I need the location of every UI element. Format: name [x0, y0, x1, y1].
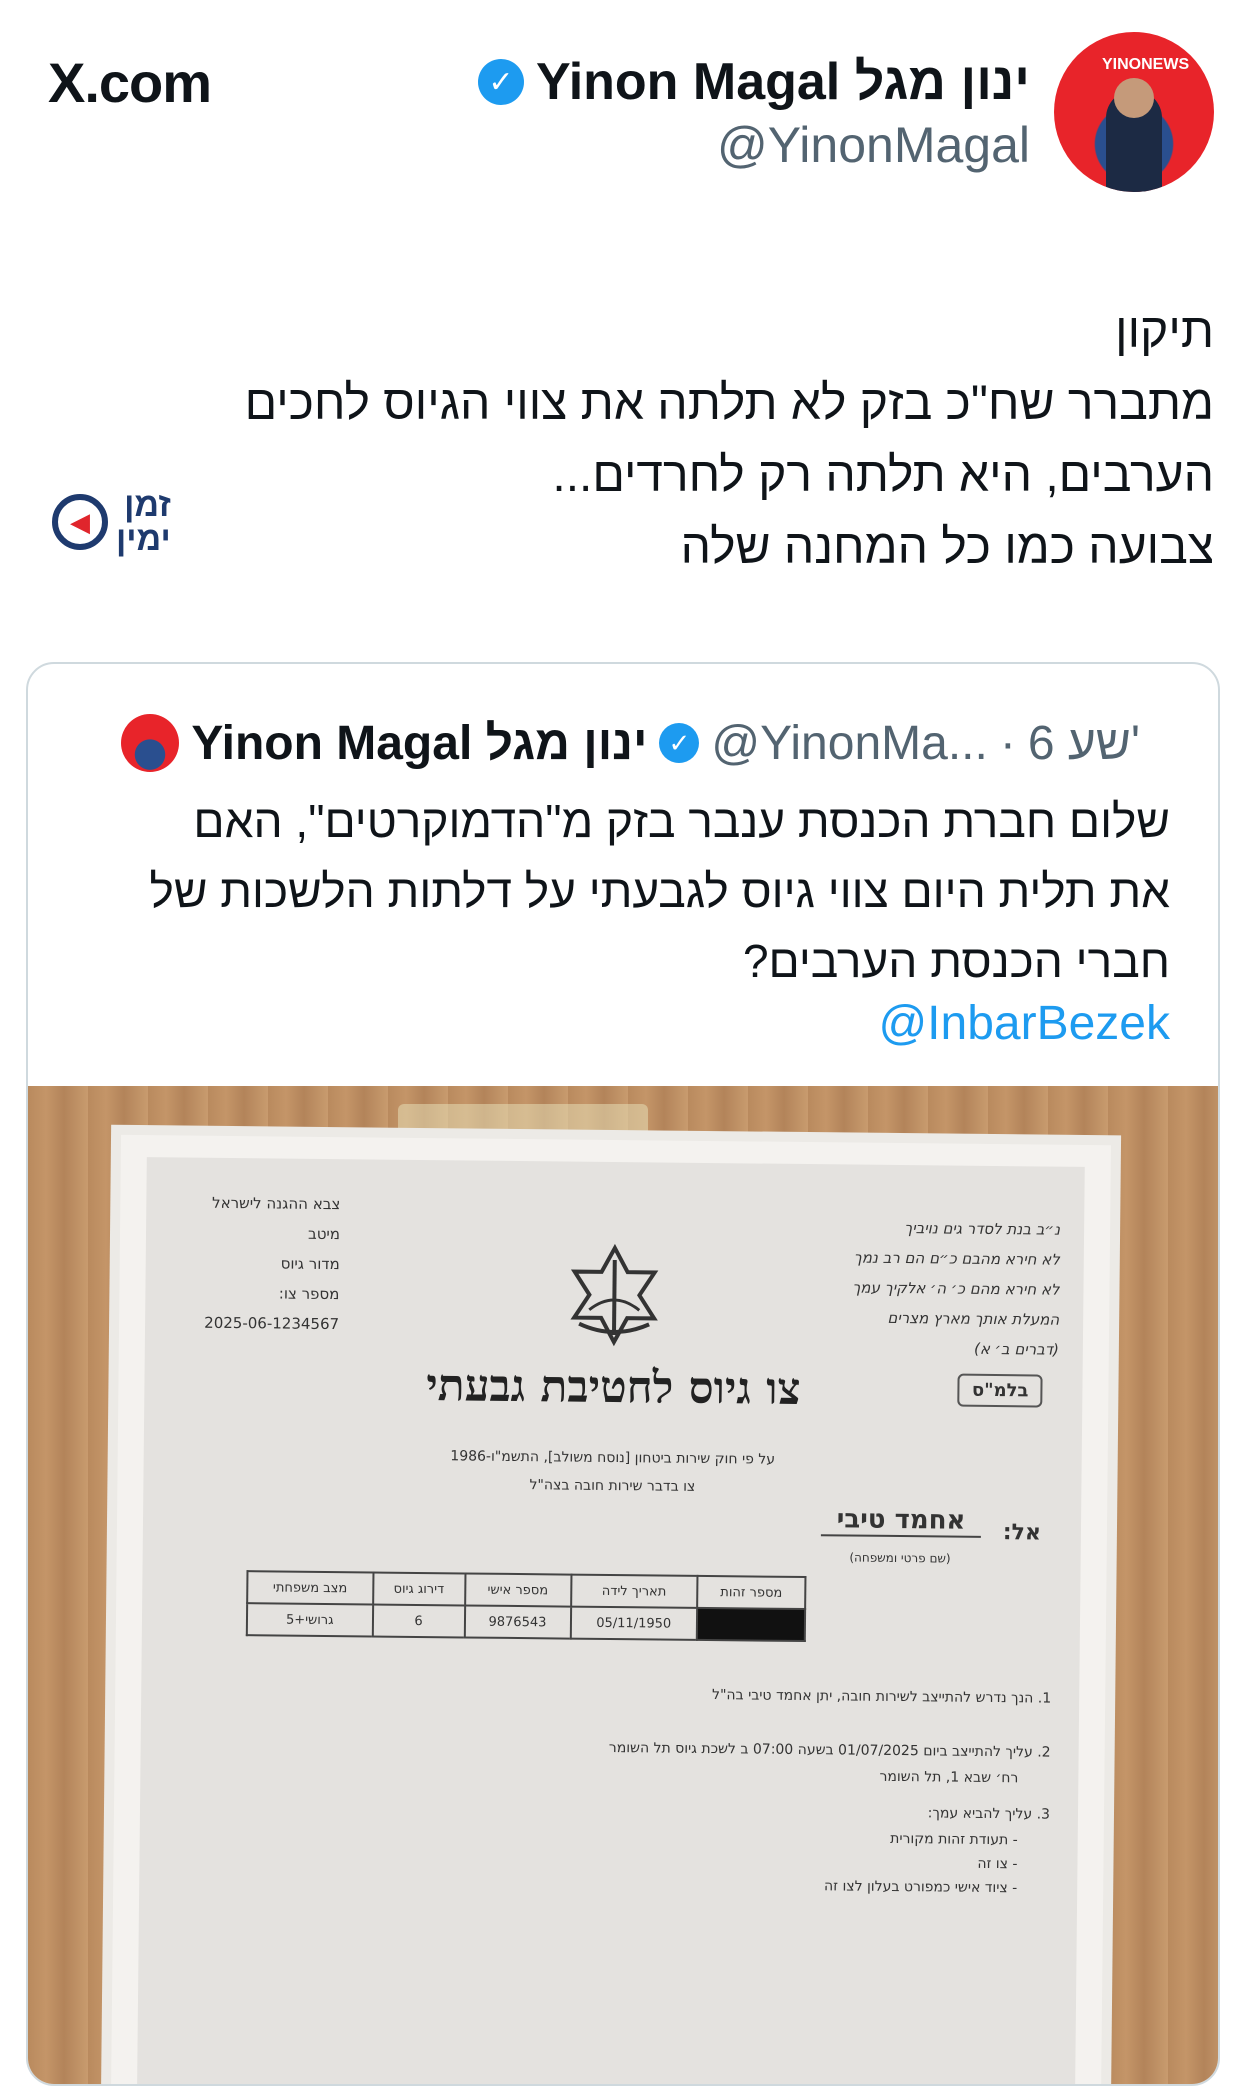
doc-line: - צו זה — [977, 1855, 1018, 1873]
quoted-handle[interactable]: @YinonMa... — [711, 716, 987, 771]
watermark-line1: זמן — [124, 486, 171, 524]
tweet-line: הערבים, היא תלתה רק לחרדים... — [552, 449, 1214, 502]
table-cell: 05/11/1950 — [570, 1606, 698, 1640]
doc-line: המעלת אותך מארץ מצרים — [887, 1308, 1060, 1329]
table-header-cell: מספר זהות — [697, 1575, 806, 1610]
doc-line: לא חירא מהם כ׳ ה׳ אלקיך עמך — [852, 1278, 1060, 1299]
author-display-name[interactable]: Yinon Magal ינון מגל — [536, 52, 1030, 112]
site-label: X.com — [48, 51, 212, 114]
avatar-badge: YINONEWS — [1102, 56, 1190, 73]
profile-avatar[interactable]: YINONEWS — [1054, 32, 1214, 192]
quoted-photo[interactable]: נ״ב בנת לסדר גים נויביך לא חירא מהבם כ״ם… — [28, 1086, 1218, 2084]
doc-item-3-list: - תעודת זהות מקורית - צו זה - ציוד אישי … — [824, 1826, 1018, 1900]
doc-line: מיטב — [307, 1224, 341, 1244]
doc-subtitle: על פי חוק שירות ביטחון [נוסח משולב], התש… — [143, 1439, 1082, 1505]
doc-line: מספר צו: — [278, 1284, 340, 1304]
megaphone-clock-icon: ◀ — [52, 494, 108, 550]
doc-line: - ציוד אישי כמפורט בעלון לצו זה — [823, 1878, 1018, 1897]
doc-verse-block: נ״ב בנת לסדר גים נויביך לא חירא מהבם כ״ם… — [852, 1213, 1061, 1365]
avatar-head — [1114, 78, 1154, 118]
redacted-cell — [696, 1607, 806, 1642]
draft-order-paper: נ״ב בנת לסדר גים נויביך לא חירא מהבם כ״ם… — [111, 1134, 1111, 2084]
doc-recipient-caption: (שם פרטי ומשפחה) — [849, 1550, 951, 1566]
author-name-row[interactable]: ✓ Yinon Magal ינון מגל — [477, 52, 1030, 112]
table-row: 05/11/1950 9876543 6 גרושי+5 — [246, 1603, 806, 1642]
quoted-time[interactable]: 6 שע' — [1028, 716, 1140, 771]
doc-details-table: מספר זהות תאריך לידה מספר אישי דירוג גיו… — [246, 1570, 807, 1642]
doc-line: (דברים ב׳ א) — [973, 1339, 1059, 1359]
doc-line: - תעודת זהות מקורית — [890, 1830, 1018, 1849]
draft-order-sheet: נ״ב בנת לסדר גים נויביך לא חירא מהבם כ״ם… — [136, 1157, 1085, 2084]
table-cell: 6 — [372, 1604, 465, 1638]
doc-line: לא חירא מהבם כ״ם הם רב נמך — [853, 1248, 1060, 1269]
doc-title: צו גיוס לחטיבת גבעתי — [425, 1360, 801, 1415]
quoted-header: Yinon Magal ינון מגל ✓ @YinonMa... · 6 ש… — [121, 714, 1140, 772]
separator-dot: · — [999, 716, 1016, 770]
quoted-line: חברי הכנסת הערבים? — [742, 935, 1170, 987]
tweet-line: צבועה כמו כל המחנה שלה — [680, 521, 1214, 574]
verified-badge-icon: ✓ — [477, 59, 524, 105]
doc-line: מדור גיוס — [280, 1254, 340, 1274]
doc-item-2-address: רח׳ שבא 1, תל השומר — [879, 1768, 1019, 1787]
quoted-tweet-card[interactable]: Yinon Magal ינון מגל ✓ @YinonMa... · 6 ש… — [26, 662, 1220, 2086]
quoted-line: את תלית היום צווי גיוס לגבעתי על דלתות ה… — [149, 865, 1171, 917]
table-header-cell: מצב משפחתי — [247, 1571, 374, 1605]
verified-badge-icon: ✓ — [659, 723, 700, 763]
table-cell: 9876543 — [464, 1605, 571, 1639]
zman-yamin-watermark: ◀ זמן ימין — [52, 488, 171, 556]
idf-emblem-icon — [570, 1243, 659, 1347]
mention-link[interactable]: @InbarBezek — [878, 996, 1170, 1051]
table-header-cell: מספר אישי — [464, 1573, 572, 1607]
doc-to-label: אל: — [1002, 1520, 1042, 1546]
tweet-line: מתברר שח"כ בזק לא תלתה את צווי הגיוס לחכ… — [244, 377, 1214, 430]
doc-item-1: 1. הנך נדרש להתייצב לשירות חובה, יתן אחמ… — [711, 1687, 1052, 1707]
doc-line: 2025-06-1234567 — [204, 1313, 340, 1334]
doc-item-3: 3. עליך להביא עמך: — [927, 1805, 1051, 1823]
table-header-cell: תאריך לידה — [570, 1574, 698, 1608]
doc-classification-stamp: בלמ"ס — [957, 1373, 1043, 1408]
tweet-line: תיקון — [1115, 305, 1214, 358]
doc-line: צבא ההגנה לישראל — [212, 1193, 341, 1214]
quoted-text: שלום חברת הכנסת ענבר בזק מ"הדמוקרטים", ה… — [60, 786, 1171, 996]
table-header-cell: דירוג גיוס — [372, 1572, 465, 1606]
watermark-line2: ימין — [116, 520, 171, 558]
quoted-line: שלום חברת הכנסת ענבר בזק מ"הדמוקרטים", ה… — [193, 795, 1170, 847]
quoted-avatar[interactable] — [121, 714, 180, 772]
doc-line: נ״ב בנת לסדר גים נויביך — [904, 1219, 1061, 1239]
tweet-text: תיקון מתברר שח"כ בזק לא תלתה את צווי הגי… — [94, 296, 1214, 584]
doc-item-2: 2. עליך להתייצב ביום 01/07/2025 בשעה 07:… — [608, 1739, 1051, 1761]
doc-header-block: צבא ההגנה לישראל מיטב מדור גיוס מספר צו:… — [169, 1187, 341, 1339]
table-cell: גרושי+5 — [246, 1603, 373, 1637]
quoted-display-name[interactable]: Yinon Magal ינון מגל — [191, 716, 647, 771]
author-handle[interactable]: @YinonMagal — [717, 116, 1030, 174]
doc-recipient-name: אחמד טיבי — [820, 1504, 982, 1538]
watermark-text: זמן ימין — [116, 488, 171, 556]
